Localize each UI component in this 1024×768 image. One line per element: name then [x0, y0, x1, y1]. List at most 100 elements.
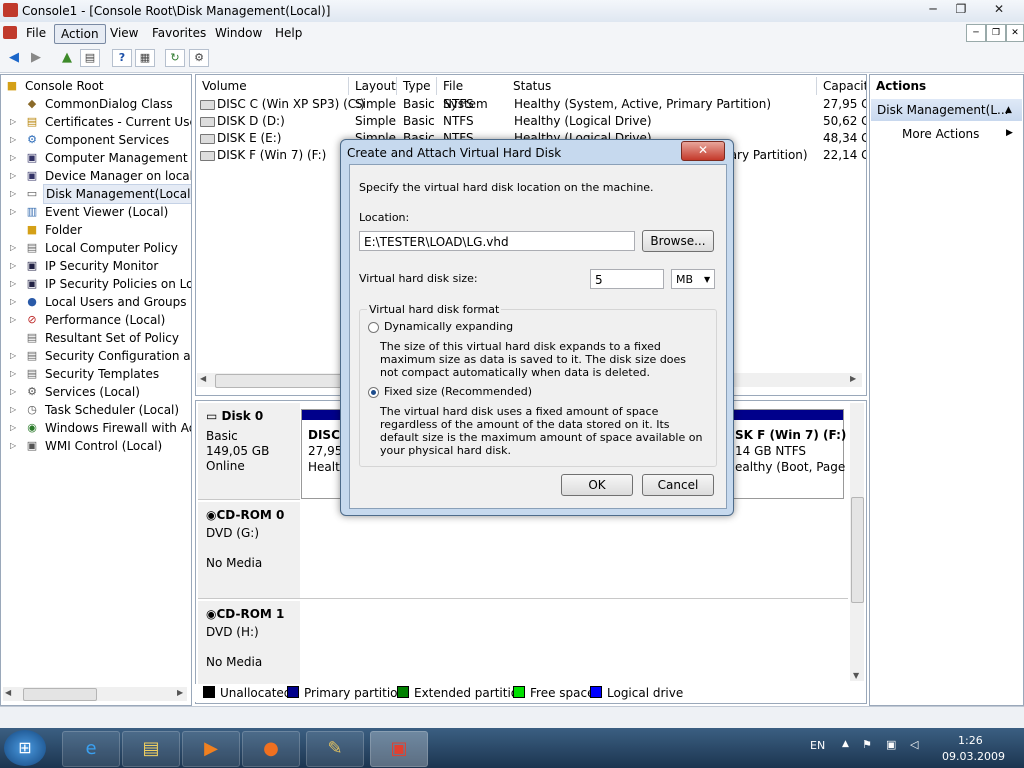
minimize-button[interactable]: ─	[918, 0, 948, 20]
menu-file[interactable]: File	[20, 24, 52, 42]
scroll-left-icon[interactable]: ◀	[5, 688, 11, 697]
network-icon[interactable]: ▣	[886, 738, 896, 751]
dialog-close-button[interactable]: ✕	[681, 141, 725, 161]
explorer-icon[interactable]: ▤	[122, 731, 180, 767]
col-capacity[interactable]: Capacit	[817, 77, 866, 95]
start-button[interactable]: ⊞	[4, 730, 46, 766]
cancel-button[interactable]: Cancel	[642, 474, 714, 496]
browse-button[interactable]: Browse...	[642, 230, 714, 252]
scroll-thumb[interactable]	[215, 374, 357, 388]
collapse-icon[interactable]: ▲	[1005, 99, 1012, 121]
console-icon	[3, 26, 17, 39]
paint-icon[interactable]: ✎	[306, 731, 364, 767]
graph-scrollbar[interactable]: ▼	[850, 403, 864, 681]
expand-icon[interactable]: ▷	[10, 131, 16, 149]
properties-icon[interactable]: ▦	[135, 49, 155, 67]
volume-icon[interactable]: ◁	[910, 738, 918, 751]
dynamic-label[interactable]: Dynamically expanding	[384, 320, 513, 333]
media-player-icon[interactable]: ▶	[182, 731, 240, 767]
create-vhd-dialog: Create and Attach Virtual Hard Disk ✕ Sp…	[340, 139, 734, 516]
expand-icon[interactable]: ▷	[10, 185, 16, 203]
expand-icon[interactable]: ▷	[10, 167, 16, 185]
menu-help[interactable]: Help	[269, 24, 308, 42]
cdrom0-label[interactable]: ◉CD-ROM 0 DVD (G:) No Media	[198, 502, 300, 599]
fixed-label[interactable]: Fixed size (Recommended)	[384, 385, 532, 398]
actions-section-disk-management[interactable]: Disk Management(L... ▲	[871, 99, 1022, 121]
dialog-title: Create and Attach Virtual Hard Disk	[347, 146, 562, 160]
window-title-bar: Console1 - [Console Root\Disk Management…	[0, 0, 1024, 23]
expand-icon[interactable]: ▷	[10, 149, 16, 167]
mmc-console-icon[interactable]: ▣	[370, 731, 428, 767]
language-indicator[interactable]: EN	[810, 739, 825, 752]
drive-icon	[200, 134, 215, 144]
expand-icon[interactable]: ▷	[10, 419, 16, 437]
unit-select[interactable]: MB ▼	[671, 269, 715, 289]
menu-favorites[interactable]: Favorites	[146, 24, 212, 42]
actions-pane: Actions Disk Management(L... ▲ More Acti…	[869, 74, 1024, 706]
expand-icon[interactable]: ▷	[10, 275, 16, 293]
expand-icon[interactable]: ▷	[10, 437, 16, 455]
show-hidden-icons-icon[interactable]: ▲	[842, 739, 849, 749]
col-layout[interactable]: Layout	[349, 77, 397, 95]
size-input[interactable]: 5	[590, 269, 664, 289]
disk0-name: Disk 0	[221, 409, 264, 423]
forward-arrow-icon[interactable]: ▶	[25, 48, 47, 68]
more-actions-item[interactable]: More Actions ▶	[902, 127, 1013, 141]
settings-icon[interactable]: ⚙	[189, 49, 209, 67]
expand-icon[interactable]: ▷	[10, 239, 16, 257]
menu-view[interactable]: View	[104, 24, 144, 42]
disk0-label[interactable]: ▭ Disk 0 Basic 149,05 GB Online	[198, 403, 300, 500]
inner-minimize-button[interactable]: ─	[966, 24, 986, 42]
clock-time[interactable]: 1:26	[958, 734, 983, 747]
expand-icon[interactable]: ▷	[10, 347, 16, 365]
tree-scrollbar[interactable]: ◀ ▶	[3, 687, 187, 701]
partition-f[interactable]: SK F (Win 7) (F:) 14 GB NTFS ealthy (Boo…	[730, 409, 856, 499]
col-volume[interactable]: Volume	[196, 77, 349, 95]
help-icon[interactable]: ?	[112, 49, 132, 67]
scroll-right-icon[interactable]: ▶	[177, 688, 183, 697]
expand-icon[interactable]: ▷	[10, 401, 16, 419]
actions-title: Actions	[876, 79, 927, 93]
expand-icon[interactable]: ▷	[10, 113, 16, 131]
dynamic-radio[interactable]	[368, 322, 379, 333]
component-services-icon: ⚙	[27, 133, 37, 146]
col-status[interactable]: Status	[507, 77, 817, 95]
location-input[interactable]: E:\TESTER\LOAD\LG.vhd	[359, 231, 635, 251]
scroll-thumb[interactable]	[851, 497, 864, 603]
clock-date[interactable]: 09.03.2009	[942, 750, 1005, 763]
partition-c[interactable]: DISC 27,95 Health	[301, 409, 347, 499]
action-center-flag-icon[interactable]: ⚑	[862, 738, 872, 751]
close-button[interactable]: ✕	[980, 0, 1018, 20]
partition-f-name: SK F (Win 7) (F:)	[735, 428, 847, 442]
menu-window[interactable]: Window	[209, 24, 268, 42]
table-row[interactable]: DISK D (D:) Simple Basic NTFS Healthy (L…	[198, 113, 866, 130]
expand-icon[interactable]: ▷	[10, 257, 16, 275]
ie-icon[interactable]: e	[62, 731, 120, 767]
expand-icon[interactable]: ▷	[10, 203, 16, 221]
policy-icon: ▤	[26, 241, 38, 254]
scroll-left-icon[interactable]: ◀	[200, 374, 206, 383]
ok-button[interactable]: OK	[561, 474, 633, 496]
expand-icon[interactable]: ▷	[10, 365, 16, 383]
refresh-icon[interactable]: ↻	[165, 49, 185, 67]
col-type[interactable]: Type	[397, 77, 437, 95]
firefox-icon[interactable]: ●	[242, 731, 300, 767]
show-hide-tree-icon[interactable]: ▤	[80, 49, 100, 67]
up-folder-icon[interactable]: ▲	[56, 48, 78, 68]
cdrom1-type: DVD (H:)	[206, 625, 259, 639]
menu-action[interactable]: Action	[54, 24, 106, 44]
col-file-system[interactable]: File System	[437, 77, 508, 111]
inner-restore-button[interactable]: ❐	[986, 24, 1006, 42]
back-arrow-icon[interactable]: ◀	[3, 48, 25, 68]
expand-icon[interactable]: ▷	[10, 383, 16, 401]
scroll-thumb[interactable]	[23, 688, 97, 701]
scroll-down-icon[interactable]: ▼	[853, 671, 859, 680]
expand-icon[interactable]: ▷	[10, 293, 16, 311]
fixed-radio[interactable]	[368, 387, 379, 398]
cdrom0-area	[300, 502, 848, 599]
expand-icon[interactable]: ▷	[10, 311, 16, 329]
restore-button[interactable]: ❐	[946, 0, 976, 20]
table-row[interactable]: DISC C (Win XP SP3) (C:) Simple Basic NT…	[198, 96, 866, 113]
scroll-right-icon[interactable]: ▶	[850, 374, 856, 383]
inner-close-button[interactable]: ✕	[1006, 24, 1024, 42]
